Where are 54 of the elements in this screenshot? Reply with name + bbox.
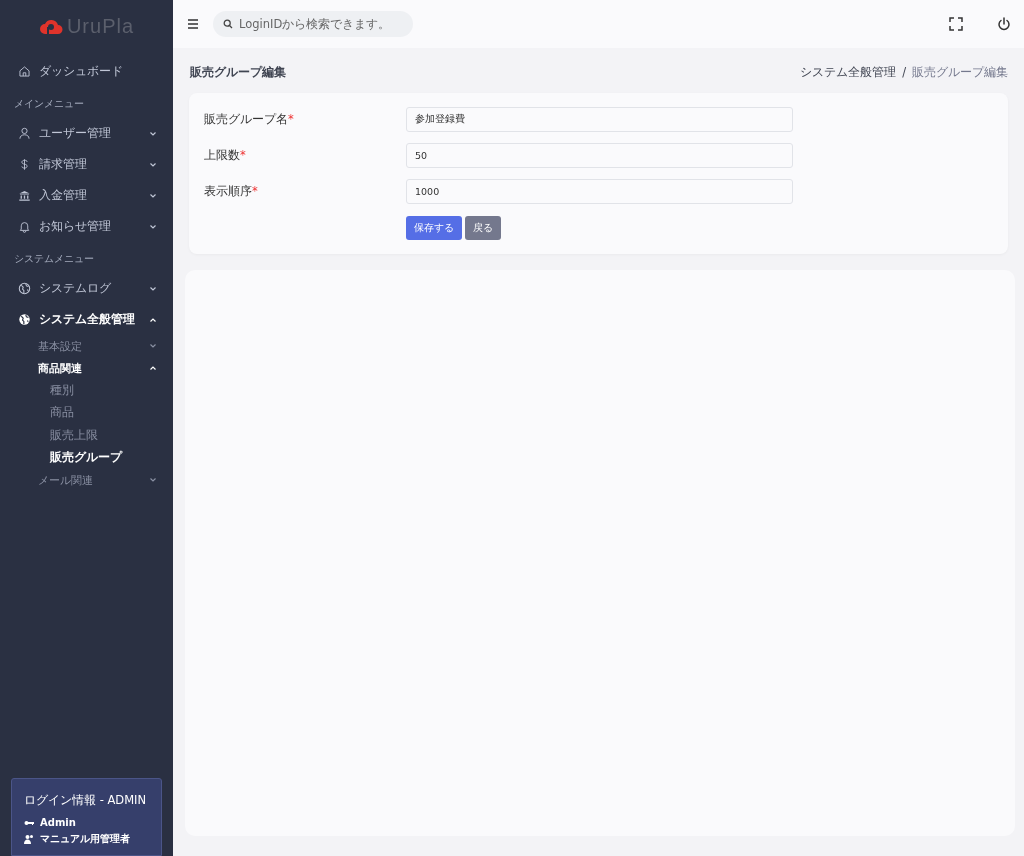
- save-button[interactable]: 保存する: [406, 216, 462, 240]
- input-field[interactable]: 参加登録費: [406, 107, 793, 132]
- field-label: 販売グループ名*: [204, 112, 295, 127]
- sidebar-item[interactable]: システムログ: [0, 273, 173, 304]
- breadcrumb-separator: /: [902, 65, 906, 80]
- sidebar-item-label: システム全般管理: [39, 311, 136, 328]
- input-field[interactable]: 50: [406, 143, 793, 168]
- sidebar-item-label: システムログ: [39, 280, 112, 297]
- user-role: マニュアル用管理者: [40, 832, 130, 846]
- submenu-item[interactable]: 基本設定: [0, 335, 173, 357]
- back-button[interactable]: 戻る: [465, 216, 501, 240]
- submenu-item-label: メール関連: [38, 472, 94, 488]
- menu-section-heading: メインメニュー: [13, 97, 85, 111]
- input-field[interactable]: 1000: [406, 179, 793, 204]
- breadcrumb-item: 販売グループ編集: [912, 65, 1008, 80]
- submenu-link[interactable]: 種別: [0, 379, 173, 402]
- home-icon: [18, 65, 31, 78]
- menu-icon[interactable]: [185, 16, 201, 32]
- cloud-logo-icon: [38, 17, 63, 35]
- dollar-icon: [18, 158, 31, 171]
- submenu-item[interactable]: 商品関連: [0, 357, 173, 379]
- page-title: 販売グループ編集: [190, 64, 286, 81]
- bank-icon: [18, 189, 31, 202]
- user-icon: [18, 127, 31, 140]
- submenu-link[interactable]: 販売グループ: [0, 446, 173, 469]
- fullscreen-icon[interactable]: [948, 16, 964, 32]
- submenu-link[interactable]: 販売上限: [0, 424, 173, 447]
- globe-icon: [18, 313, 31, 326]
- user-name: Admin: [40, 817, 76, 828]
- bell-icon: [18, 220, 31, 233]
- field-label: 上限数*: [204, 148, 247, 163]
- submenu-item[interactable]: メール関連: [0, 469, 173, 491]
- sidebar-item[interactable]: 入金管理: [0, 180, 173, 211]
- sidebar-item-label: ユーザー管理: [39, 125, 112, 142]
- sidebar-item[interactable]: 請求管理: [0, 149, 173, 180]
- sidebar-item[interactable]: ダッシュボード: [0, 56, 173, 87]
- search-field[interactable]: LoginIDから検索できます。: [213, 11, 413, 37]
- breadcrumb-item[interactable]: システム全般管理: [800, 65, 897, 80]
- sidebar-item[interactable]: お知らせ管理: [0, 211, 173, 242]
- submenu-item-label: 商品関連: [38, 360, 83, 376]
- users-icon: [24, 834, 34, 844]
- globe-icon: [18, 282, 31, 295]
- login-info-title: ログイン情報 - ADMIN: [24, 793, 148, 808]
- submenu-item-label: 基本設定: [38, 338, 83, 354]
- sidebar-item-label: 請求管理: [39, 156, 88, 173]
- submenu-link[interactable]: 商品: [0, 401, 173, 424]
- sidebar-item-label: ダッシュボード: [39, 63, 124, 80]
- sidebar-item[interactable]: ユーザー管理: [0, 118, 173, 149]
- power-icon[interactable]: [996, 16, 1012, 32]
- sidebar-item-label: お知らせ管理: [39, 218, 112, 235]
- menu-section-heading: システムメニュー: [13, 252, 95, 266]
- sidebar-item-label: 入金管理: [39, 187, 88, 204]
- sidebar-item[interactable]: システム全般管理: [0, 304, 173, 335]
- field-label: 表示順序*: [204, 184, 259, 199]
